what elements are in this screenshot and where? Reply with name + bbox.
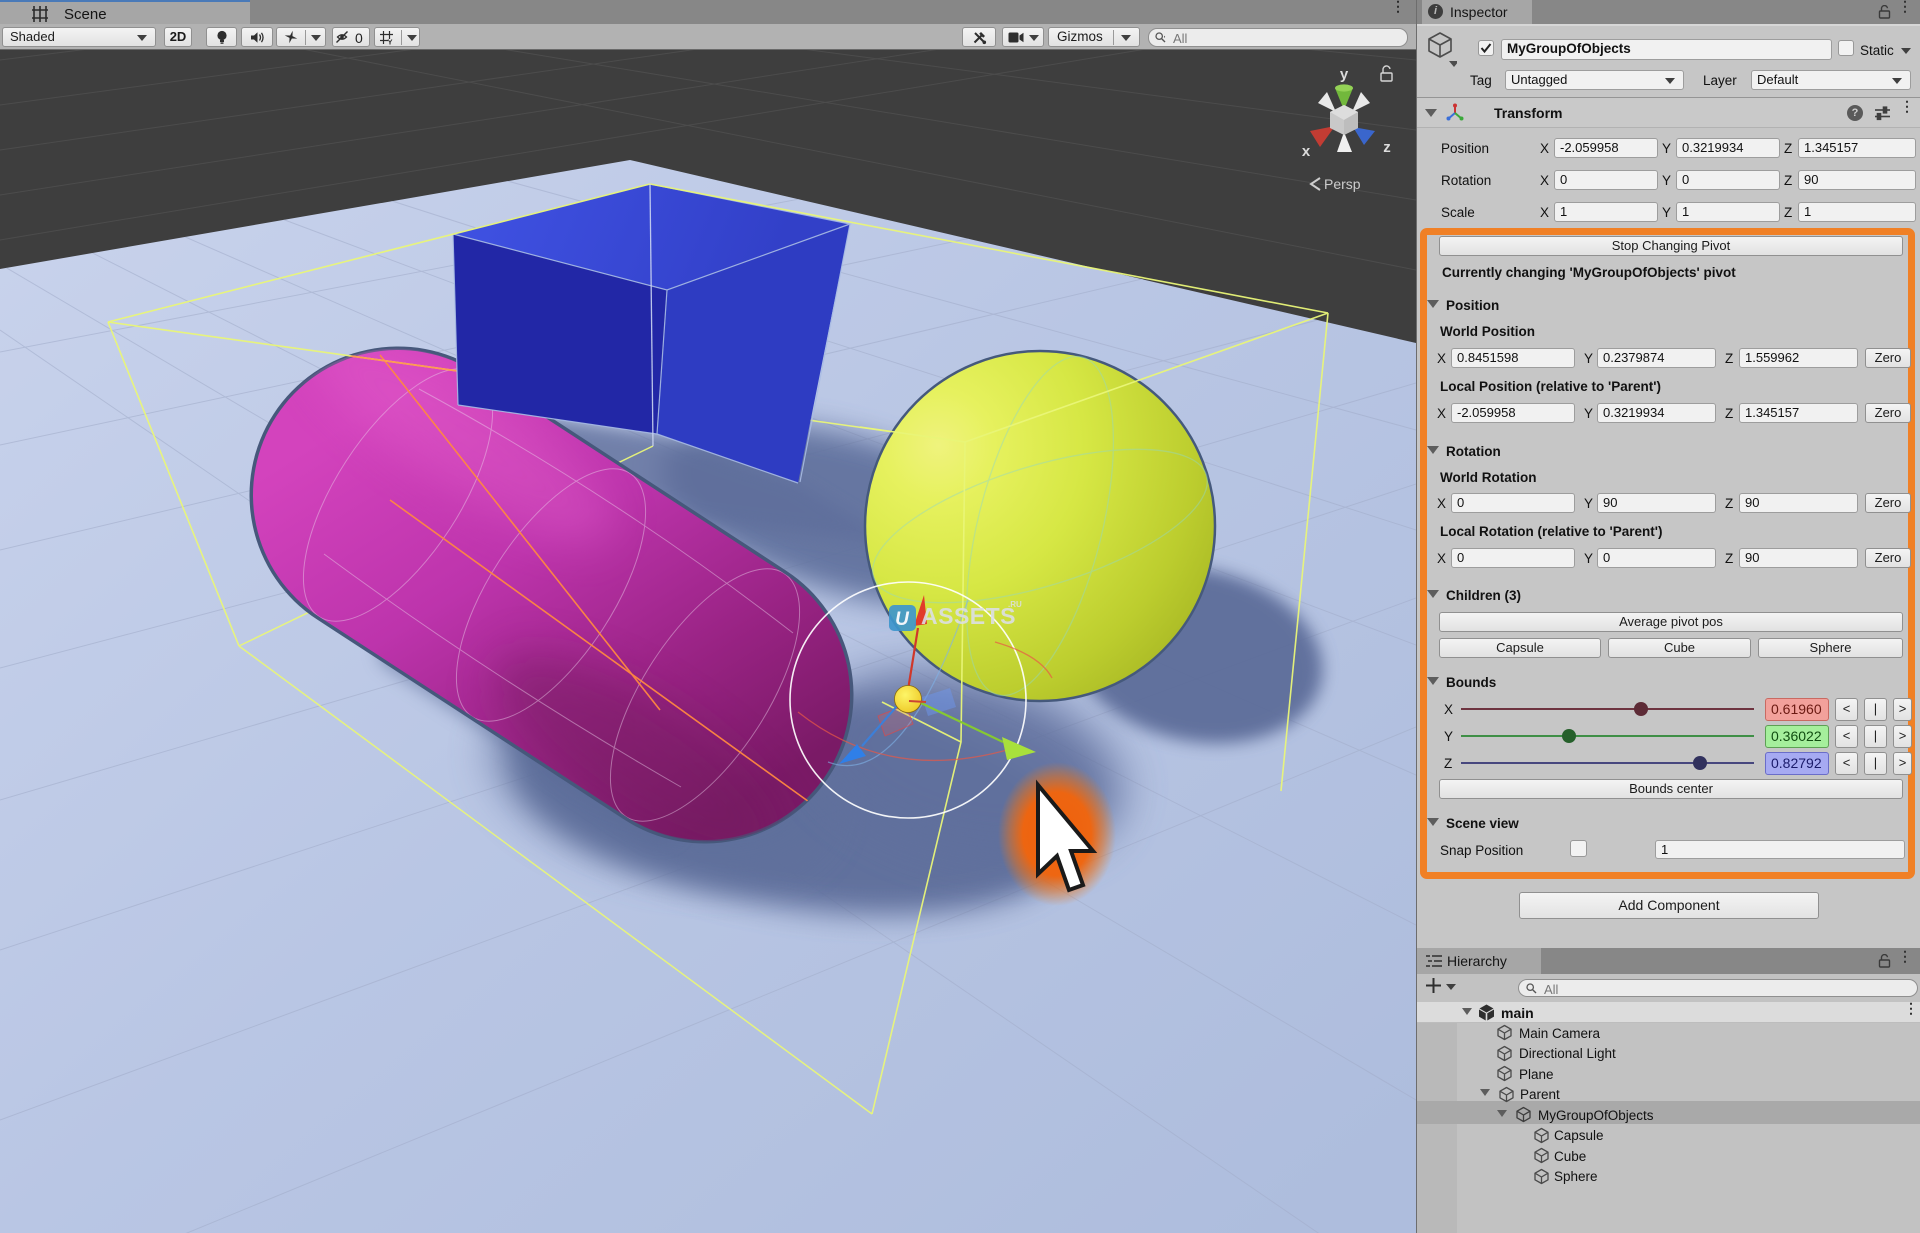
svg-text:Persp: Persp: [1324, 176, 1361, 192]
svg-text:Y: Y: [387, 38, 392, 46]
svg-text:ASSETS: ASSETS: [921, 603, 1016, 629]
svg-text:z: z: [1383, 139, 1391, 156]
svg-text:y: y: [1340, 66, 1349, 83]
svg-text:U: U: [895, 609, 910, 630]
svg-text:x: x: [1302, 143, 1311, 160]
svg-text:.RU: .RU: [1008, 600, 1022, 609]
